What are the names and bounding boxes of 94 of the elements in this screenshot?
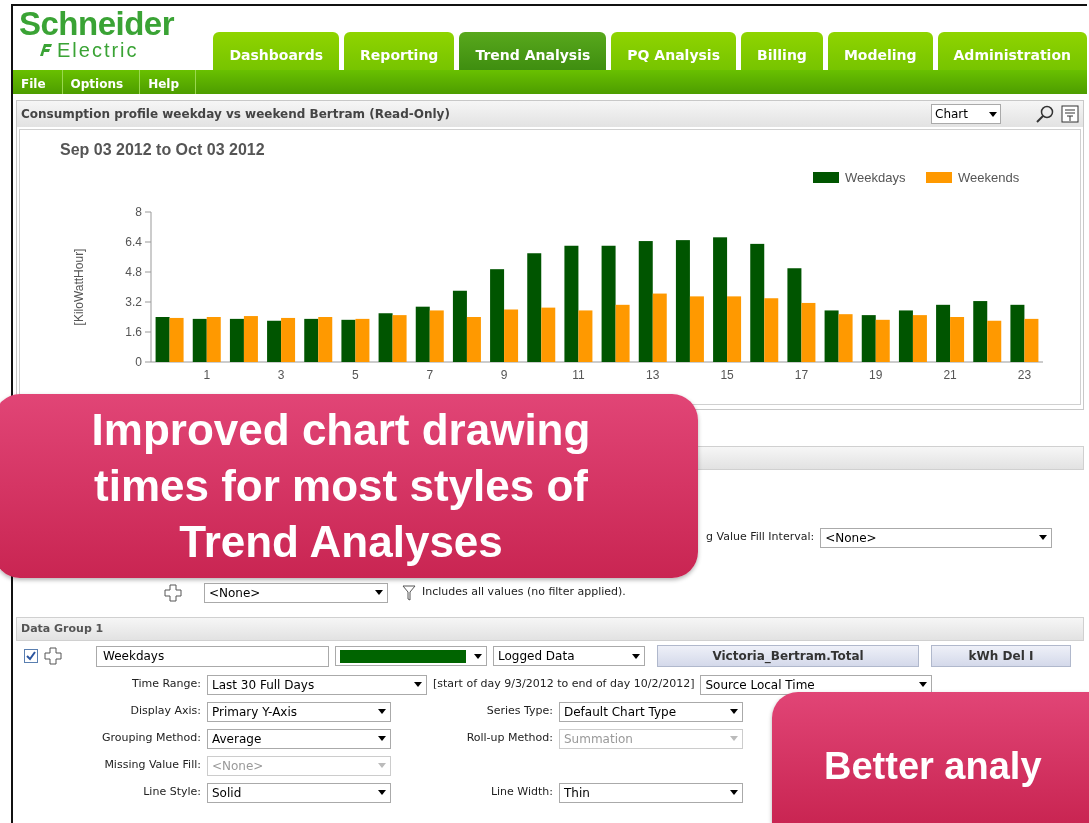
caret-icon [474,653,482,659]
bar [355,318,370,362]
caret-icon [378,709,386,714]
bar [861,315,876,362]
logo-icon [37,41,55,59]
bar [824,310,839,362]
y-tick-label: 6.4 [125,235,142,249]
field-label: Series Type: [485,703,553,720]
color-dropdown[interactable] [335,646,487,666]
checkbox[interactable] [24,649,38,663]
field-label: g Value Fill Interval: [706,529,815,546]
x-tick-label: 9 [500,368,508,382]
x-tick-label: 19 [869,368,883,382]
bar [304,318,319,362]
caret-icon [919,682,928,687]
bar [950,317,965,362]
legend-label: Weekdays [845,170,906,185]
field-label: Display Axis: [129,703,201,720]
y-tick-label: 1.6 [125,325,142,339]
series-name-field[interactable]: Weekdays [96,645,329,667]
field-label: Missing Value Fill: [103,757,201,774]
caret-icon [730,709,738,714]
dropdown[interactable]: Source Local Time [700,674,933,695]
y-axis-title: [KiloWattHour] [72,248,86,326]
bar [1010,304,1025,362]
bar [267,320,282,362]
x-tick-label: 17 [794,368,809,382]
bar [229,318,244,362]
source-button[interactable]: Victoria_Bertram.Total [657,645,919,667]
dropdown[interactable]: Solid [207,782,391,803]
x-tick-label: 5 [352,368,359,382]
bar [341,319,356,362]
x-tick-label: 13 [646,368,660,382]
y-tick-label: 0 [135,355,142,369]
field-label: Line Width: [489,784,553,801]
bar [192,318,207,362]
chart-title: Sep 03 2012 to Oct 03 2012 [60,140,265,160]
bar [155,317,170,362]
bar [318,317,333,362]
callout-banner: Improved chart drawing times for most styles of Trend Analyses [0,394,698,578]
field-label: Roll-up Method: [465,730,553,747]
filter-description: Includes all values (no filter applied). [422,584,626,601]
dropdown[interactable]: Default Chart Type [559,701,743,722]
bar [378,313,393,362]
dropdown[interactable]: Thin [559,782,743,803]
callout-banner: Better analy [772,692,1089,823]
date-range-text: [start of day 9/3/2012 to end of day 10/2/2012] [433,676,695,693]
search-icon[interactable] [1035,105,1055,123]
x-tick-label: 1 [203,368,211,382]
caret-icon [730,790,738,795]
caret-icon [414,682,422,687]
filter-icon[interactable] [402,584,416,601]
caret-icon [378,763,386,768]
bar [898,310,913,362]
field-label: Time Range: [131,676,201,693]
nav-tab[interactable]: Trend Analysis [459,32,607,70]
field-label: Grouping Method: [101,730,201,747]
x-tick-label: 7 [426,368,434,382]
bar [1024,318,1039,362]
export-icon[interactable] [1061,105,1079,123]
bar [281,317,296,362]
section-header: Data Group 1 [16,617,1084,641]
caret-icon [375,590,383,595]
dropdown[interactable]: <None> [820,527,1053,548]
x-tick-label: 21 [943,368,957,382]
bar [415,306,430,362]
caret-icon [989,111,997,117]
y-tick-label: 3.2 [125,295,142,309]
caret-icon [632,653,640,659]
y-tick-label: 8 [135,205,142,219]
dropdown[interactable]: Logged Data [493,646,645,666]
caret-icon [1039,535,1048,540]
dropdown[interactable]: <None> [204,582,388,603]
logo-wordmark: Schneider [19,8,176,40]
dropdown[interactable]: Primary Y-Axis [207,701,391,722]
field-label: Line Style: [142,784,201,801]
add-icon[interactable] [164,583,182,602]
y-tick-label: 4.8 [125,265,142,279]
dropdown[interactable]: Average [207,728,391,749]
caret-icon [378,736,386,741]
view-dropdown[interactable]: Chart [931,104,1001,124]
source-button[interactable]: kWh Del I [931,645,1071,667]
caret-icon [378,790,386,795]
bar [936,304,951,362]
caret-icon [730,736,738,741]
x-tick-label: 23 [1017,368,1032,382]
panel-title: Consumption profile weekday vs weekend Bertram (Read-Only) [21,106,450,123]
x-tick-label: 3 [277,368,285,382]
dropdown[interactable]: Last 30 Full Days [207,674,427,695]
add-icon[interactable] [44,647,62,665]
x-tick-label: 11 [572,368,585,382]
x-tick-label: 15 [720,368,734,382]
logo-subtitle: Electric [57,40,139,60]
legend-label: Weekends [958,170,1020,185]
